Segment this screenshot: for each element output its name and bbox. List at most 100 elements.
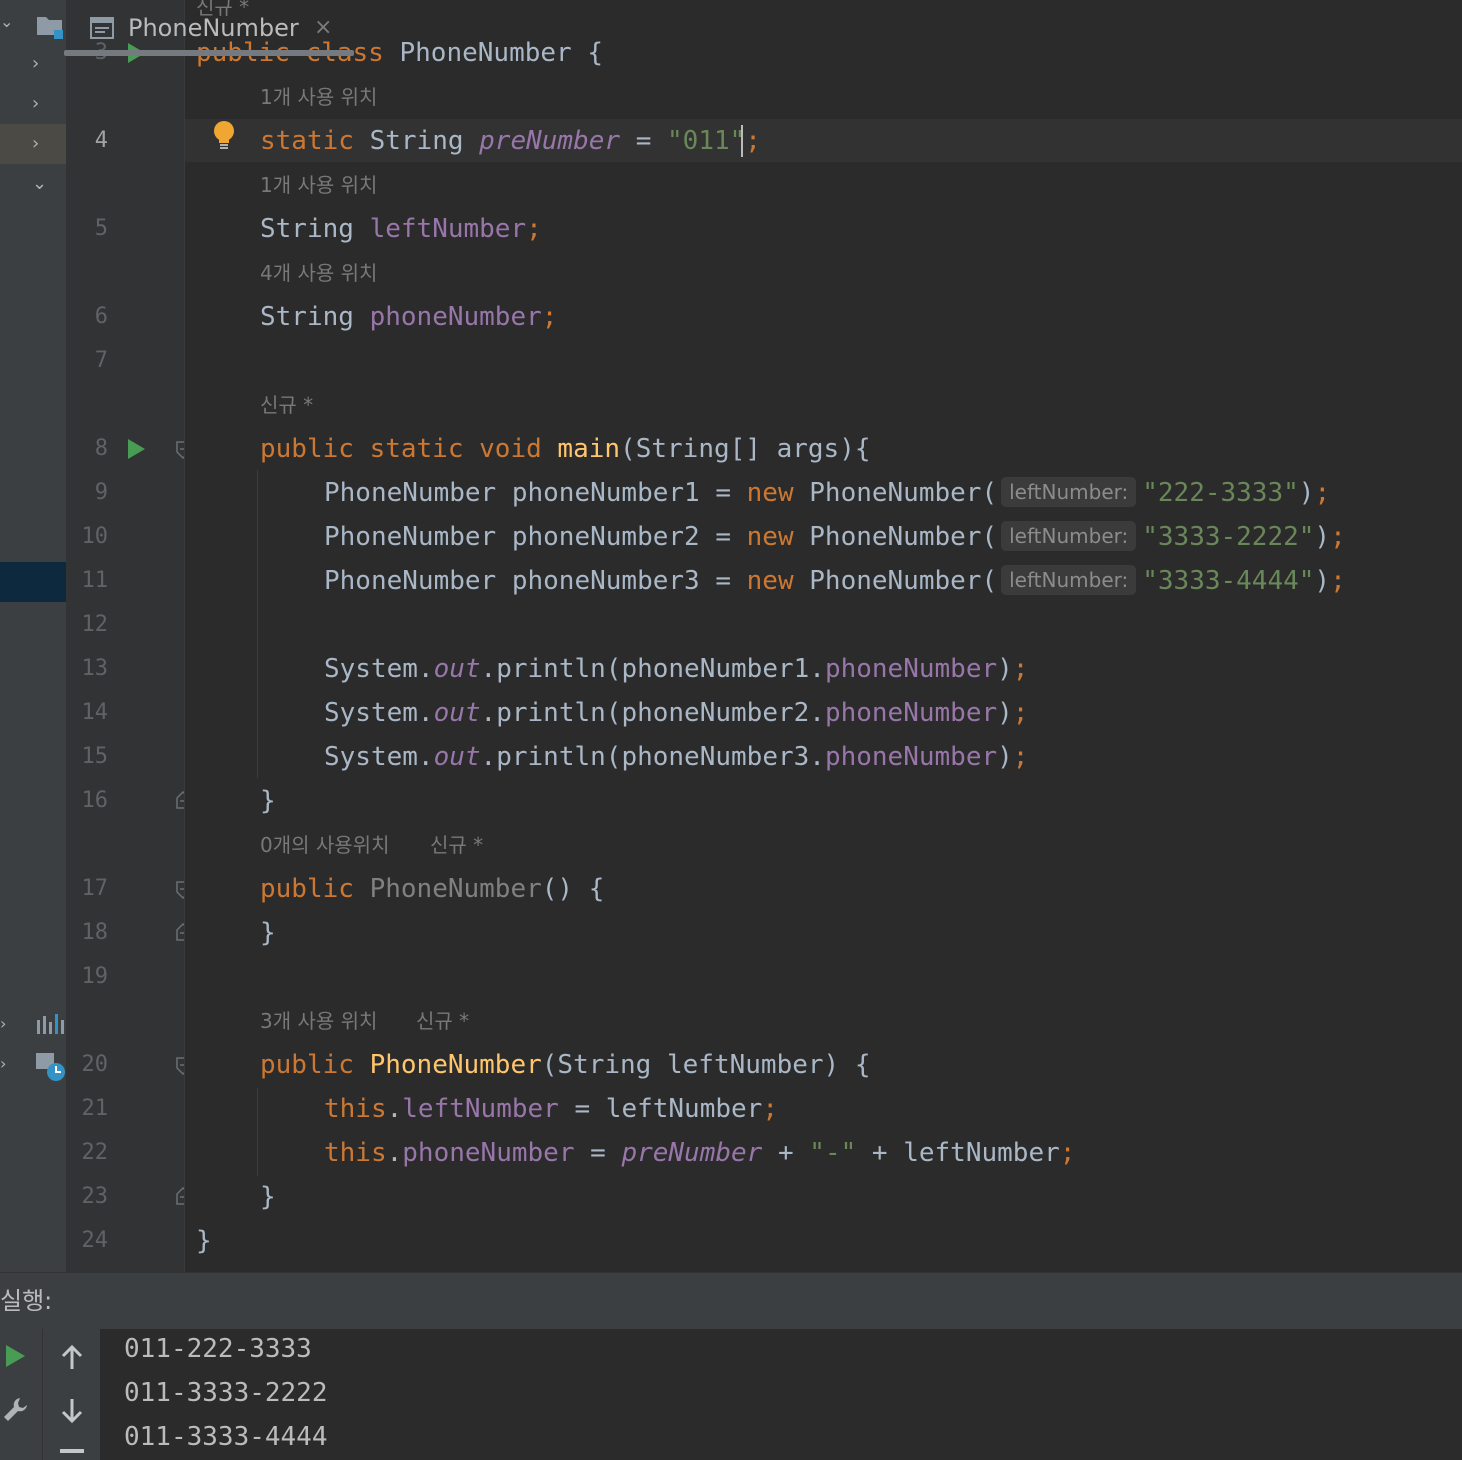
toolbar-separator [42, 1329, 43, 1460]
token: } [196, 1226, 212, 1256]
token: phoneNumber [824, 654, 998, 684]
tree-row[interactable]: › [0, 84, 66, 124]
line-number: 8 [94, 436, 108, 461]
token: main [557, 434, 621, 464]
console-line: 011-222-3333 [124, 1334, 312, 1364]
run-toolbar [0, 1329, 100, 1460]
code-line-16[interactable]: } [260, 779, 276, 823]
token: ) [1314, 566, 1331, 596]
wrench-icon[interactable] [2, 1395, 30, 1423]
code-line-8[interactable]: public static void main(String[] args){ [260, 427, 871, 471]
token: ; [762, 1094, 778, 1124]
author-hint[interactable]: 신규 * [260, 390, 313, 420]
token: phoneNumber2. [621, 698, 825, 728]
code-line-14[interactable]: System.out.println(phoneNumber2.phoneNum… [324, 691, 1028, 735]
token: "011" [667, 126, 746, 156]
token: ) [1314, 522, 1331, 552]
token: static [260, 126, 370, 156]
token: .println( [480, 742, 622, 772]
token: (String[] args){ [620, 434, 871, 464]
token: .println( [480, 654, 622, 684]
code-line-23[interactable]: } [260, 1175, 276, 1219]
token: ; [1330, 522, 1346, 552]
gutter-border [184, 0, 185, 1272]
run-tool-window-header: 실행: [0, 1272, 1462, 1329]
token: "3333-2222" [1142, 522, 1315, 552]
token: + leftNumber [856, 1138, 1060, 1168]
run-tab-title[interactable]: PhoneNumber [128, 12, 299, 44]
token: System. [324, 698, 434, 728]
code-line-5[interactable]: String leftNumber; [260, 207, 542, 251]
token: ; [1059, 1138, 1076, 1168]
chevron-right-icon[interactable]: › [0, 1014, 18, 1034]
run-main-icon[interactable] [128, 439, 145, 459]
line-number: 20 [81, 1052, 109, 1077]
tree-row[interactable]: › [0, 44, 66, 84]
usages-hint[interactable]: 4개 사용 위치 [260, 258, 377, 288]
token: PhoneNumber [399, 38, 572, 68]
token: ; [1330, 566, 1346, 596]
tree-row-selected[interactable]: › [0, 124, 66, 164]
token: . [386, 1094, 403, 1124]
chevron-right-icon: › [32, 53, 40, 74]
console-icon [90, 17, 114, 39]
parameter-hint: leftNumber: [1001, 477, 1137, 507]
project-tree-strip: ⌄ › › › ⌄ › › [0, 0, 66, 1272]
token: String [260, 214, 370, 244]
token: new [746, 522, 810, 552]
code-line-6[interactable]: String phoneNumber; [260, 295, 557, 339]
rerun-icon[interactable] [6, 1345, 25, 1367]
code-line-11[interactable]: PhoneNumber phoneNumber3 = new PhoneNumb… [324, 559, 1346, 603]
line-number: 16 [81, 788, 109, 813]
line-number: 18 [81, 920, 109, 945]
code-line-4[interactable]: static String preNumber = "011"; [260, 119, 761, 163]
token: ; [1012, 698, 1029, 728]
token: PhoneNumber phoneNumber3 = [324, 566, 747, 596]
token: out [433, 742, 481, 772]
collapse-chevron-icon[interactable]: ⌄ [0, 12, 18, 32]
token: PhoneNumber( [809, 566, 998, 596]
usages-hint[interactable]: 1개 사용 위치 [260, 82, 377, 112]
bulb-icon[interactable] [212, 120, 236, 152]
token: ; [541, 302, 558, 332]
code-line-9[interactable]: PhoneNumber phoneNumber1 = new PhoneNumb… [324, 471, 1330, 515]
token: . [386, 1138, 403, 1168]
code-line-17[interactable]: public PhoneNumber() { [260, 867, 604, 911]
token: "-" [809, 1138, 857, 1168]
code-line-15[interactable]: System.out.println(phoneNumber3.phoneNum… [324, 735, 1028, 779]
token: preNumber [621, 1138, 763, 1168]
code-line-18[interactable]: } [260, 911, 276, 955]
tree-row-active[interactable] [0, 562, 66, 602]
code-line-24[interactable]: } [196, 1219, 212, 1263]
line-number: 7 [94, 348, 108, 373]
token: public [260, 1050, 370, 1080]
indent-guide [257, 1088, 258, 1176]
line-number: 5 [94, 216, 108, 241]
down-arrow-icon[interactable] [60, 1397, 84, 1424]
token: PhoneNumber [369, 1050, 542, 1080]
token: phoneNumber3. [621, 742, 825, 772]
up-arrow-icon[interactable] [60, 1344, 84, 1371]
usages-hint[interactable]: 3개 사용 위치 [260, 1006, 377, 1036]
code-line-21[interactable]: this.leftNumber = leftNumber; [324, 1087, 778, 1131]
author-hint[interactable]: 신규 * [430, 830, 483, 860]
token: String [260, 302, 370, 332]
scheduled-task-icon[interactable] [34, 1050, 66, 1082]
chevron-right-icon[interactable]: › [0, 1054, 18, 1074]
tree-row[interactable]: ⌄ [0, 164, 66, 204]
code-line-20[interactable]: public PhoneNumber(String leftNumber) { [260, 1043, 871, 1087]
usages-hint[interactable]: 1개 사용 위치 [260, 170, 377, 200]
token: this [324, 1094, 387, 1124]
scroll-end-icon[interactable] [60, 1449, 84, 1453]
parameter-hint: leftNumber: [1001, 521, 1137, 551]
code-line-10[interactable]: PhoneNumber phoneNumber2 = new PhoneNumb… [324, 515, 1346, 559]
close-icon[interactable]: × [314, 14, 332, 42]
code-line-22[interactable]: this.phoneNumber = preNumber + "-" + lef… [324, 1131, 1075, 1175]
code-line-13[interactable]: System.out.println(phoneNumber1.phoneNum… [324, 647, 1028, 691]
ide-window: ⌄ › › › ⌄ › › 3 4 5 6 7 8 9 10 11 12 13 … [0, 0, 1462, 1460]
profiler-icon[interactable] [36, 1012, 64, 1036]
token: "3333-4444" [1142, 566, 1315, 596]
author-hint[interactable]: 신규 * [416, 1006, 469, 1036]
token: phoneNumber [824, 742, 998, 772]
usages-hint[interactable]: 0개의 사용위치 [260, 830, 389, 860]
